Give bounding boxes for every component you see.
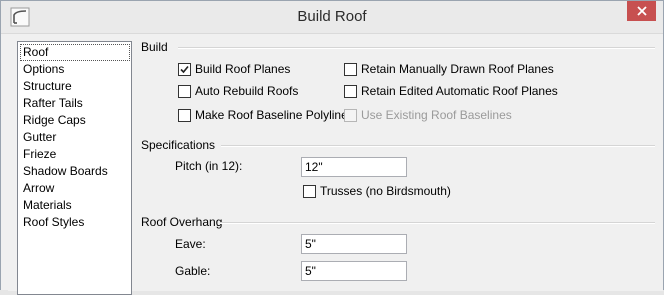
retain-edited-automatic-label: Retain Edited Automatic Roof Planes [361, 84, 558, 98]
build-roof-planes-label: Build Roof Planes [195, 62, 291, 76]
auto-rebuild-roofs-checkbox[interactable] [178, 85, 191, 98]
nav-item-options[interactable]: Options [21, 61, 66, 78]
retain-manually-drawn-label: Retain Manually Drawn Roof Planes [361, 62, 554, 76]
window-title: Build Roof [297, 8, 367, 25]
nav-item-materials[interactable]: Materials [21, 197, 74, 214]
trusses-label: Trusses (no Birdsmouth) [320, 184, 451, 198]
category-list[interactable]: Roof Options Structure Rafter Tails Ridg… [17, 41, 132, 295]
gable-label: Gable: [175, 264, 211, 278]
specifications-section-label: Specifications [141, 138, 216, 152]
nav-item-roof-styles[interactable]: Roof Styles [21, 214, 86, 231]
use-existing-baselines-label: Use Existing Roof Baselines [361, 108, 512, 122]
checkmark-icon [180, 65, 189, 74]
close-button[interactable] [627, 1, 656, 21]
nav-item-roof[interactable]: Roof [20, 44, 130, 61]
nav-item-ridge-caps[interactable]: Ridge Caps [21, 112, 88, 129]
nav-item-arrow[interactable]: Arrow [21, 180, 56, 197]
use-existing-baselines-checkbox[interactable] [344, 109, 357, 122]
make-roof-baseline-polylines-checkbox[interactable] [178, 109, 191, 122]
pitch-input[interactable]: 12" [301, 157, 407, 177]
eave-label: Eave: [175, 237, 206, 251]
retain-manually-drawn-checkbox[interactable] [344, 63, 357, 76]
nav-item-frieze[interactable]: Frieze [21, 146, 58, 163]
build-section-label: Build [141, 40, 168, 54]
trusses-checkbox[interactable] [303, 185, 316, 198]
specifications-divider [221, 145, 655, 147]
nav-item-rafter-tails[interactable]: Rafter Tails [21, 95, 85, 112]
nav-item-shadow-boards[interactable]: Shadow Boards [21, 163, 110, 180]
build-roof-dialog: Build Roof Roof Options Structure Rafter… [0, 0, 664, 295]
build-roof-planes-checkbox[interactable] [178, 63, 191, 76]
close-icon [636, 6, 647, 16]
roof-overhang-divider [220, 222, 655, 224]
retain-edited-automatic-checkbox[interactable] [344, 85, 357, 98]
nav-item-gutter[interactable]: Gutter [21, 129, 58, 146]
nav-item-structure[interactable]: Structure [21, 78, 74, 95]
make-roof-baseline-polylines-label: Make Roof Baseline Polylines [195, 108, 354, 122]
eave-input[interactable]: 5" [301, 234, 407, 254]
gable-input[interactable]: 5" [301, 261, 407, 281]
pitch-label: Pitch (in 12): [175, 159, 243, 173]
build-divider [178, 47, 655, 49]
title-bar[interactable]: Build Roof [1, 1, 663, 34]
auto-rebuild-roofs-label: Auto Rebuild Roofs [195, 84, 299, 98]
dialog-client-area: Roof Options Structure Rafter Tails Ridg… [8, 34, 663, 295]
roof-overhang-section-label: Roof Overhang [141, 215, 223, 229]
